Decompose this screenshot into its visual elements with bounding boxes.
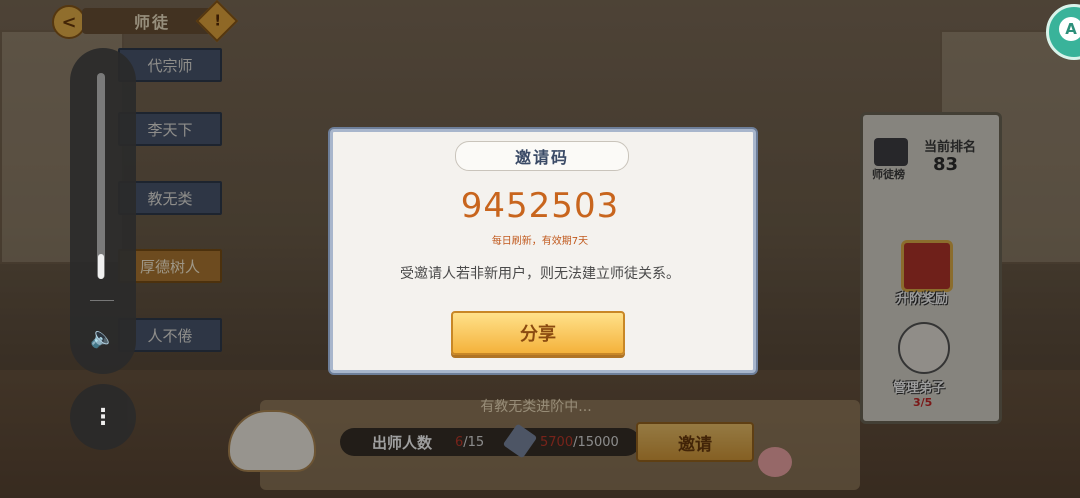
volume-slider[interactable] [97, 73, 105, 279]
volume-slider-fill [98, 254, 104, 279]
invite-rule-text: 受邀请人若非新用户，则无法建立师徒关系。 [400, 266, 680, 282]
code-validity-text: 每日刷新，有效期7天 [491, 236, 589, 247]
share-button[interactable]: 分享 [451, 311, 625, 355]
dialog-title: 邀请码 [455, 141, 629, 171]
more-icon: ⋮ [92, 404, 114, 430]
invite-code: 9452503 [460, 186, 620, 226]
volume-divider [90, 300, 114, 301]
speaker-icon[interactable]: 🔈 [90, 325, 115, 349]
more-options-button[interactable]: ⋮ [70, 384, 136, 450]
assistant-icon: A [1059, 17, 1080, 41]
